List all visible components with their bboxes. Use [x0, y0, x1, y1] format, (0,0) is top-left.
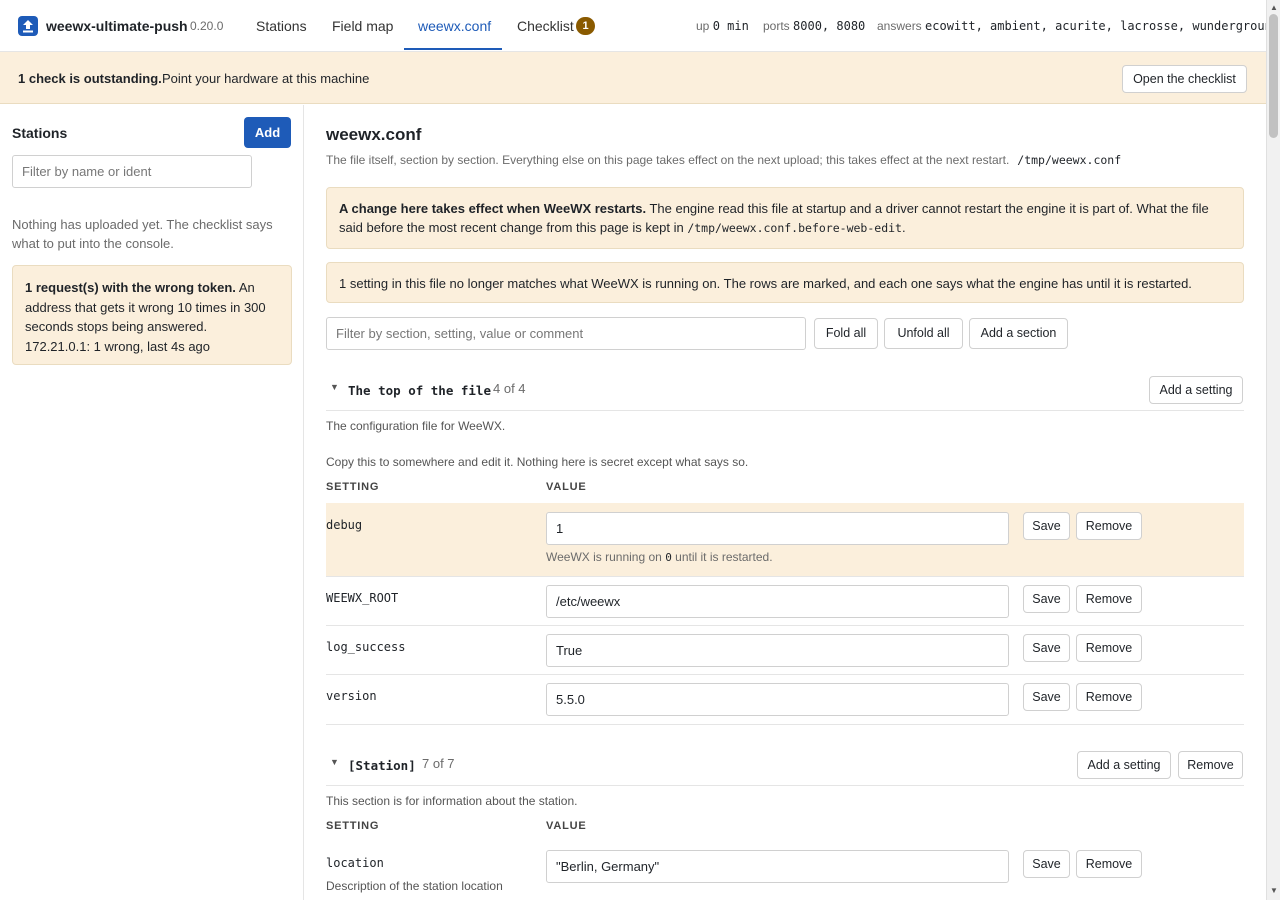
- restart-note: A change here takes effect when WeeWX re…: [326, 187, 1244, 249]
- setting-key: WEEWX_ROOT: [326, 591, 399, 605]
- setting-value-input[interactable]: [546, 683, 1009, 716]
- page-subtitle: The file itself, section by section. Eve…: [326, 153, 1122, 167]
- status-answers: answers ecowitt, ambient, acurite, lacro…: [877, 19, 1280, 33]
- banner-title: 1 check is outstanding.: [18, 71, 162, 86]
- remove-button[interactable]: Remove: [1076, 850, 1142, 878]
- app-name: weewx-ultimate-push: [46, 18, 188, 34]
- app-version: 0.20.0: [190, 19, 224, 33]
- save-button[interactable]: Save: [1023, 512, 1070, 540]
- section-header-top[interactable]: ▼ The top of the file 4 of 4 Add a setti…: [326, 369, 1244, 411]
- open-checklist-button[interactable]: Open the checklist: [1122, 65, 1247, 93]
- section-count: 4 of 4: [493, 381, 526, 396]
- section-name: The top of the file: [348, 383, 491, 398]
- setting-value-input[interactable]: [546, 585, 1009, 618]
- page-title: weewx.conf: [326, 125, 422, 144]
- caret-down-icon[interactable]: ▼: [330, 757, 339, 767]
- setting-row-log-success: log_success Save Remove: [326, 626, 1244, 675]
- setting-description: Description of the station location: [326, 879, 503, 893]
- main-panel: weewx.conf The file itself, section by s…: [304, 105, 1266, 900]
- tab-checklist[interactable]: Checklist: [517, 18, 574, 34]
- save-button[interactable]: Save: [1023, 850, 1070, 878]
- scroll-up-icon[interactable]: ▲: [1270, 3, 1278, 12]
- tab-field-map[interactable]: Field map: [332, 18, 393, 34]
- setting-key: location: [326, 856, 384, 870]
- caret-down-icon[interactable]: ▼: [330, 382, 339, 392]
- empty-stations-text: Nothing has uploaded yet. The checklist …: [12, 217, 273, 251]
- remove-button[interactable]: Remove: [1076, 634, 1142, 662]
- config-filter-input[interactable]: [326, 317, 806, 350]
- setting-row-debug: debug Save Remove WeeWX is running on 0 …: [326, 503, 1244, 577]
- remove-section-button[interactable]: Remove: [1178, 751, 1243, 779]
- scroll-down-icon[interactable]: ▼: [1270, 886, 1278, 895]
- page-scrollbar[interactable]: ▲ ▼: [1266, 0, 1280, 900]
- warning-title: 1 request(s) with the wrong token.: [25, 280, 236, 295]
- column-header-value: VALUE: [546, 820, 587, 832]
- column-header-setting: SETTING: [326, 481, 380, 493]
- save-button[interactable]: Save: [1023, 634, 1070, 662]
- add-station-button[interactable]: Add: [244, 117, 291, 148]
- section-count: 7 of 7: [422, 756, 455, 771]
- setting-value-input[interactable]: [546, 634, 1009, 667]
- save-button[interactable]: Save: [1023, 585, 1070, 613]
- wrong-token-warning: 1 request(s) with the wrong token. An ad…: [12, 265, 292, 365]
- setting-row-location: location Description of the station loca…: [326, 842, 1244, 900]
- section-header-station[interactable]: ▼ [Station] 7 of 7 Add a setting Remove: [326, 744, 1244, 786]
- status-uptime: up 0 min: [696, 19, 749, 33]
- column-header-value: VALUE: [546, 481, 587, 493]
- add-section-button[interactable]: Add a section: [969, 318, 1068, 349]
- station-filter-input[interactable]: [12, 155, 252, 188]
- remove-button[interactable]: Remove: [1076, 512, 1142, 540]
- mismatch-note: 1 setting in this file no longer matches…: [326, 262, 1244, 303]
- tab-weewx-conf[interactable]: weewx.conf: [418, 18, 491, 34]
- section-comment: The configuration file for WeeWX.: [326, 419, 506, 433]
- checklist-banner: 1 check is outstanding. Point your hardw…: [0, 52, 1266, 104]
- remove-button[interactable]: Remove: [1076, 683, 1142, 711]
- top-bar: weewx-ultimate-push 0.20.0 Stations Fiel…: [0, 0, 1279, 52]
- status-ports: ports 8000, 8080: [763, 19, 866, 33]
- setting-key: debug: [326, 518, 363, 532]
- remove-button[interactable]: Remove: [1076, 585, 1142, 613]
- save-button[interactable]: Save: [1023, 683, 1070, 711]
- unfold-all-button[interactable]: Unfold all: [884, 318, 963, 349]
- running-value-note: WeeWX is running on 0 until it is restar…: [546, 550, 773, 564]
- column-header-setting: SETTING: [326, 820, 380, 832]
- warning-detail: 172.21.0.1: 1 wrong, last 4s ago: [25, 338, 211, 354]
- setting-value-input[interactable]: [546, 850, 1009, 883]
- tab-stations[interactable]: Stations: [256, 18, 307, 34]
- backup-path: /tmp/weewx.conf.before-web-edit: [687, 221, 902, 235]
- sidebar-title: Stations: [12, 125, 68, 141]
- section-comment: Copy this to somewhere and edit it. Noth…: [326, 455, 749, 469]
- active-tab-indicator: [404, 48, 502, 50]
- setting-value-input[interactable]: [546, 512, 1009, 545]
- checklist-badge: 1: [576, 17, 595, 35]
- setting-row-version: version Save Remove: [326, 675, 1244, 725]
- setting-row-weewx-root: WEEWX_ROOT Save Remove: [326, 577, 1244, 626]
- banner-text: Point your hardware at this machine: [162, 71, 370, 86]
- sidebar: Stations Add Nothing has uploaded yet. T…: [0, 105, 304, 900]
- upload-icon: [18, 16, 38, 36]
- add-setting-button[interactable]: Add a setting: [1149, 376, 1243, 404]
- fold-all-button[interactable]: Fold all: [814, 318, 878, 349]
- setting-key: log_success: [326, 640, 406, 654]
- setting-key: version: [326, 689, 377, 703]
- config-path: /tmp/weewx.conf: [1017, 153, 1122, 167]
- section-name: [Station]: [348, 758, 416, 773]
- section-comment: This section is for information about th…: [326, 794, 578, 808]
- add-setting-button[interactable]: Add a setting: [1077, 751, 1171, 779]
- scrollbar-thumb[interactable]: [1269, 14, 1278, 138]
